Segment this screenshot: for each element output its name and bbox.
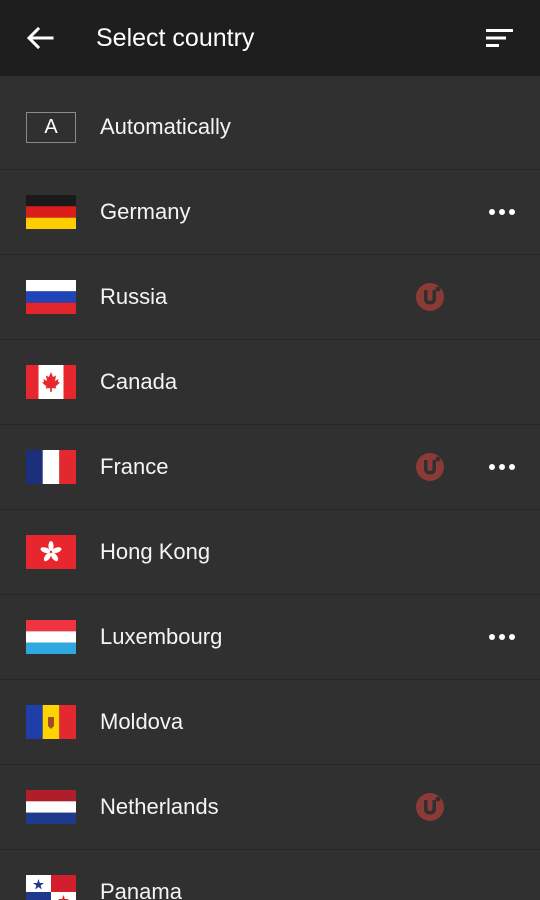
flag-container — [26, 510, 78, 594]
back-button[interactable] — [20, 20, 60, 56]
flag-ru-icon — [26, 280, 76, 314]
page-title: Select country — [96, 24, 255, 52]
country-row-lu[interactable]: Luxembourg — [0, 595, 540, 680]
flag-container — [26, 850, 78, 900]
flag-pa-icon — [26, 875, 76, 900]
more-icon — [489, 464, 515, 470]
flag-container — [26, 425, 78, 509]
more-icon — [489, 634, 515, 640]
country-name: Canada — [100, 369, 178, 394]
country-name: France — [100, 454, 169, 479]
country-row-nl[interactable]: Netherlands — [0, 765, 540, 850]
arrow-left-icon — [26, 27, 54, 49]
sort-icon — [486, 29, 513, 47]
country-name: Panama — [100, 879, 182, 900]
country-row-de[interactable]: Germany — [0, 170, 540, 255]
more-options-button[interactable] — [486, 455, 518, 479]
flag-container — [26, 680, 78, 764]
flag-ca-icon — [26, 365, 76, 399]
utorrent-icon — [416, 793, 444, 821]
country-name: Luxembourg — [100, 624, 223, 649]
country-row-hk[interactable]: Hong Kong — [0, 510, 540, 595]
app-bar: Select country — [0, 0, 540, 76]
country-name: Netherlands — [100, 794, 219, 819]
utorrent-icon — [416, 453, 444, 481]
auto-badge-icon: A — [26, 111, 76, 143]
flag-container — [26, 340, 78, 424]
flag-lu-icon — [26, 620, 76, 654]
country-name: Automatically — [100, 114, 231, 139]
country-list: A Automatically Germany Russia Canada France H… — [0, 76, 540, 900]
country-name: Germany — [100, 199, 191, 224]
more-icon — [489, 209, 515, 215]
flag-container — [26, 255, 78, 339]
flag-container: A — [26, 85, 78, 169]
country-name: Russia — [100, 284, 168, 309]
country-row-md[interactable]: Moldova — [0, 680, 540, 765]
flag-nl-icon — [26, 790, 76, 824]
country-row-pa[interactable]: Panama — [0, 850, 540, 900]
country-row-auto[interactable]: A Automatically — [0, 76, 540, 170]
country-row-ca[interactable]: Canada — [0, 340, 540, 425]
flag-container — [26, 765, 78, 849]
more-options-button[interactable] — [486, 200, 518, 224]
country-row-ru[interactable]: Russia — [0, 255, 540, 340]
flag-container — [26, 170, 78, 254]
flag-md-icon — [26, 705, 76, 739]
more-options-button[interactable] — [486, 625, 518, 649]
flag-container — [26, 595, 78, 679]
flag-fr-icon — [26, 450, 76, 484]
country-name: Hong Kong — [100, 539, 211, 564]
flag-de-icon — [26, 195, 76, 229]
sort-button[interactable] — [480, 20, 520, 56]
country-name: Moldova — [100, 709, 184, 734]
utorrent-icon — [416, 283, 444, 311]
flag-hk-icon — [26, 535, 76, 569]
country-row-fr[interactable]: France — [0, 425, 540, 510]
